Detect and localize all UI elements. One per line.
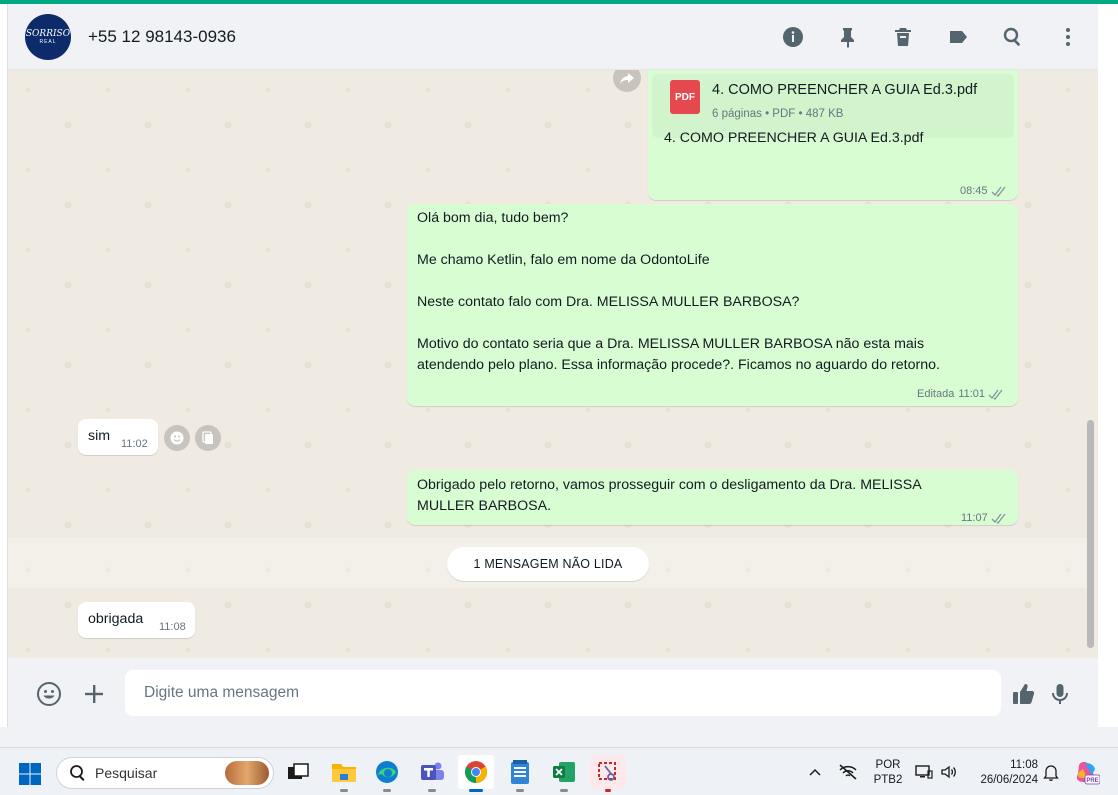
language-line2: PTB2 [873,774,903,786]
chat-header: SORRISO REAL +55 12 98143-0936 [8,4,1098,70]
header-actions [750,25,1080,49]
incoming-message[interactable]: sim 11:02 [78,419,158,455]
notifications-icon[interactable] [1043,748,1059,795]
outgoing-message[interactable]: Obrigado pelo retorno, vamos prosseguir … [407,470,1018,525]
message-line: Neste contato falo com Dra. MELISSA MULL… [417,294,800,310]
double-check-icon [991,186,1006,197]
incoming-message[interactable]: obrigada 11:08 [78,602,195,638]
message-time: 11:02 [121,438,148,450]
left-panel-edge [0,4,8,727]
copy-icon [202,431,213,444]
document-title: 4. COMO PREENCHER A GUIA Ed.3.pdf [712,82,978,98]
message-line: Motivo do contato seria que a Dra. MELIS… [417,336,925,352]
message-text: sim [88,428,111,444]
message-line: Obrigado pelo retorno, vamos prosseguir … [417,477,922,493]
windows-start-icon[interactable] [18,762,42,786]
search-highlight-image [225,761,269,785]
clock-date: 26/06/2024 [980,774,1038,786]
taskbar-clock[interactable]: 11:08 26/06/2024 [968,758,1038,788]
edge-icon[interactable] [369,755,405,792]
message-text: obrigada [88,611,144,627]
right-panel-edge [1098,4,1118,727]
edited-label: Editada [917,388,955,400]
microphone-icon[interactable] [1046,680,1074,708]
label-icon[interactable] [946,25,970,49]
info-icon[interactable] [781,25,805,49]
search-icon[interactable] [1001,25,1025,49]
chevron-up-icon [809,768,821,776]
teams-icon[interactable] [414,755,450,792]
contact-avatar[interactable]: SORRISO REAL [25,13,71,60]
message-meta: Editada 11:01 [917,384,1004,405]
message-line: MULLER BARBOSA. [417,498,552,514]
contact-name[interactable]: +55 12 98143-0936 [88,27,236,47]
message-line: Olá bom dia, tudo bem? [417,210,569,226]
message-meta: 11:07 [961,508,1007,529]
windows-taskbar: Pesquisar POR PTB2 11:08 26/06/2024 PRE [0,747,1118,795]
taskbar-search[interactable]: Pesquisar [56,757,274,789]
search-label: Pesquisar [95,765,158,781]
language-line1: POR [875,759,901,771]
chat-scrollbar[interactable] [1087,420,1094,648]
excel-icon[interactable] [546,755,582,792]
delete-icon[interactable] [891,25,915,49]
chrome-icon[interactable] [458,755,494,792]
message-input[interactable] [125,670,1001,716]
copilot-icon[interactable]: PRE [1074,748,1100,795]
chat-conversation[interactable]: PDF 4. COMO PREENCHER A GUIA Ed.3.pdf 6 … [8,70,1098,658]
volume-icon[interactable] [940,748,958,795]
message-time: 08:45 [960,185,988,197]
snipping-tool-icon[interactable] [590,755,626,792]
input-language-indicator[interactable]: POR PTB2 [868,758,908,788]
network-icon[interactable] [838,748,858,795]
document-message[interactable]: PDF 4. COMO PREENCHER A GUIA Ed.3.pdf 6 … [648,70,1018,200]
thumbs-up-icon[interactable] [1009,680,1037,708]
pin-icon[interactable] [836,25,860,49]
emoji-icon[interactable] [35,680,63,708]
unread-messages-divider: 1 MENSAGEM NÃO LIDA [447,547,649,581]
clock-time: 11:08 [1010,759,1038,771]
message-time: 11:07 [961,512,988,524]
notepad-icon[interactable] [502,755,538,792]
document-caption: 4. COMO PREENCHER A GUIA Ed.3.pdf [664,130,924,146]
double-check-icon [988,389,1003,400]
message-line: atendendo pelo plano. Essa informação pr… [417,357,940,373]
menu-icon[interactable] [1056,25,1080,49]
react-button[interactable] [164,425,190,451]
message-composer [8,658,1098,727]
message-line: Me chamo Ketlin, falo em nome da OdontoL… [417,252,710,268]
smile-icon [170,431,184,445]
avatar-logo-text: SORRISO [25,28,71,39]
pdf-icon: PDF [670,80,700,114]
double-check-icon [991,513,1006,524]
copy-button[interactable] [195,425,221,451]
message-time: 11:01 [958,388,986,400]
outgoing-message[interactable]: Olá bom dia, tudo bem? Me chamo Ketlin, … [407,204,1018,406]
document-info: 6 páginas • PDF • 487 KB [712,108,844,120]
message-time: 11:08 [159,621,186,633]
copilot-badge: PRE [1086,778,1098,784]
avatar-logo-subtext: REAL [39,38,57,45]
display-icon[interactable] [915,748,933,795]
task-view-icon[interactable] [280,755,316,789]
search-icon [70,765,85,781]
file-explorer-icon[interactable] [326,755,362,792]
plus-icon[interactable] [80,680,108,708]
show-hidden-icons[interactable] [808,748,822,795]
message-meta: 08:45 [960,181,1007,202]
